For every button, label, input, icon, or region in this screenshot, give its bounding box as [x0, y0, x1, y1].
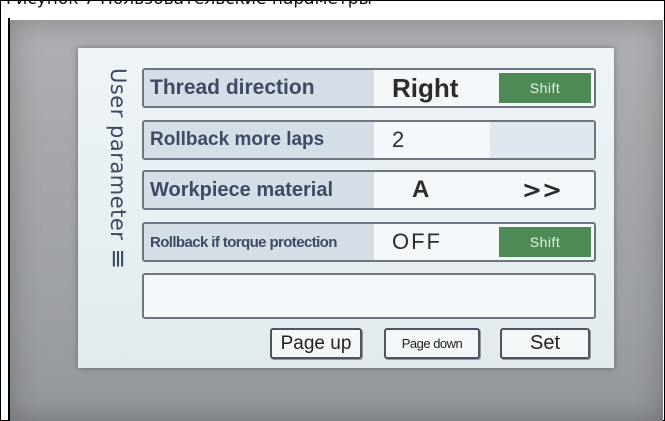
- document-caption: Рисунок 7 Пользовательские параметры: [6, 0, 372, 9]
- page-up-button[interactable]: Page up: [270, 328, 362, 359]
- param-label: Workpiece material: [144, 172, 374, 208]
- next-arrow-button[interactable]: >>: [490, 172, 594, 208]
- page-down-button[interactable]: Page down: [384, 328, 480, 359]
- empty-action-area: [490, 122, 594, 158]
- shift-button[interactable]: Shift: [499, 227, 591, 257]
- param-value: OFF: [392, 229, 442, 254]
- param-label: Rollback more laps: [144, 122, 374, 158]
- param-label: Thread direction: [144, 70, 374, 106]
- param-row-thread-direction: Thread direction Right Shift: [142, 68, 596, 108]
- param-label: Rollback if torque protection: [144, 224, 374, 260]
- set-button[interactable]: Set: [500, 328, 590, 359]
- param-row-torque-protection: Rollback if torque protection OFF Shift: [142, 222, 596, 262]
- param-value: A: [412, 176, 430, 203]
- param-row-rollback-laps: Rollback more laps 2: [142, 120, 596, 160]
- param-row-empty: [142, 273, 596, 319]
- screen-title: User parameter Ⅲ: [106, 68, 130, 273]
- param-value-input[interactable]: 2: [392, 122, 404, 158]
- shift-button[interactable]: Shift: [499, 73, 591, 103]
- param-value: Right: [392, 72, 459, 103]
- param-row-workpiece-material: Workpiece material A >>: [142, 170, 596, 210]
